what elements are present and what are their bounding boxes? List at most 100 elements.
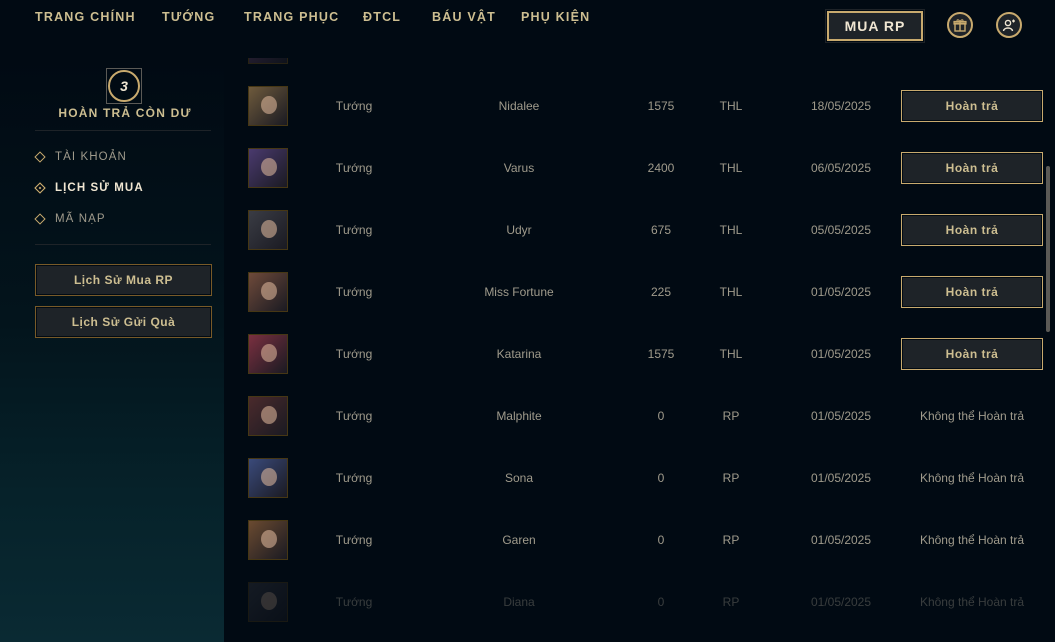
diamond-icon [34,213,46,225]
sidebar-item-codes[interactable]: MÃ NẠP [34,213,106,225]
scrollbar-thumb[interactable] [1046,166,1050,332]
table-row: Tướng Nidalee 1575 THL 18/05/2025 Hoàn t… [224,75,1055,137]
item-name: Sona [504,471,534,485]
item-currency: THL [719,347,743,361]
item-price: 675 [650,223,672,237]
item-icon-cell [246,75,290,137]
champion-avatar [248,582,288,622]
profile-icon [1002,19,1015,32]
item-currency: THL [719,161,743,175]
refund-action-cell: Hoàn trả [900,323,1044,385]
avatar-face [261,530,277,548]
table-row: Tướng Miss Fortune 225 THL 01/05/2025 Ho… [224,261,1055,323]
item-name: Không Thể Tin Nổi [449,58,589,75]
purchase-date: 01/05/2025 [810,409,872,423]
refund-action-cell: Hoàn trả [900,137,1044,199]
item-icon-cell [246,509,290,571]
rp-purchase-history-button[interactable]: Lịch Sử Mua RP [35,264,212,296]
item-name: Miss Fortune [484,285,554,299]
champion-avatar [248,272,288,312]
refund-action-cell: Không thể Hoàn trả [900,509,1044,571]
not-refundable-label: Không thể Hoàn trả [919,409,1025,423]
table-row: Tướng Malphite 0 RP 01/05/2025 Không thể… [224,385,1055,447]
purchase-date: 05/05/2025 [810,223,872,237]
item-name: Garen [502,533,536,547]
item-currency: THL [719,99,743,113]
champion-avatar [248,334,288,374]
item-icon-cell [246,58,290,75]
refund-action-cell: Hoàn trả [900,75,1044,137]
item-type: Tướng [335,223,373,237]
sidebar: 3 HOÀN TRẢ CÒN DƯ TÀI KHOẢN LỊCH SỬ MUA … [0,58,224,642]
buy-rp-button[interactable]: MUA RP [825,9,925,43]
refund-button[interactable]: Hoàn trả [901,276,1043,308]
item-icon-cell [246,571,290,633]
refund-button[interactable]: Hoàn trả [901,90,1043,122]
table-row: Tướng Varus 2400 THL 06/05/2025 Hoàn trả [224,137,1055,199]
nav-home[interactable]: TRANG CHÍNH [35,10,136,24]
gift-history-button[interactable]: Lịch Sử Gửi Quà [35,306,212,338]
champion-avatar [248,86,288,126]
item-icon-cell [246,447,290,509]
purchase-date: 06/05/2025 [810,161,872,175]
not-refundable-label: Không thể Hoàn trả [919,595,1025,609]
refund-count-badge: 3 [108,70,140,102]
purchase-date: 18/05/2025 [810,99,872,113]
item-currency: THL [719,223,743,237]
sidebar-divider [35,244,211,245]
item-price: 0 [657,409,665,423]
item-price: 0 [657,471,665,485]
item-currency: RP [701,58,761,75]
sidebar-divider [35,130,211,131]
table-row: Tướng Sona 0 RP 01/05/2025 Không thể Hoà… [224,447,1055,509]
refund-action-cell: Không thể Hoàn trả [900,385,1044,447]
refund-action-cell: Hoàn trả [900,199,1044,261]
item-icon-cell [246,199,290,261]
item-price: 0 [657,533,665,547]
not-refundable-label: Không thể Hoàn trả [919,533,1025,547]
champion-avatar [248,396,288,436]
refund-remaining-label: HOÀN TRẢ CÒN DƯ [58,106,192,120]
nav-loot[interactable]: BÁU VẬT [432,10,496,24]
refund-button[interactable]: Hoàn trả [901,152,1043,184]
item-currency: RP [722,471,740,485]
avatar-face [261,344,277,362]
avatar-face [261,282,277,300]
top-nav: TRANG CHÍNH TƯỚNG TRANG PHỤC ĐTCL BÁU VẬ… [0,0,1055,58]
table-row: Biểu cảm Không Thể Tin Nổi 0 RP 18/05/20… [224,58,1055,75]
nav-skins[interactable]: TRANG PHỤC [244,10,339,24]
item-name: Katarina [496,347,542,361]
table-row: Tướng Diana 0 RP 01/05/2025 Không thể Ho… [224,571,1055,633]
item-type: Tướng [335,99,373,113]
item-price: 0 [657,595,665,609]
sidebar-item-label: LỊCH SỬ MUA [55,182,144,194]
refund-button[interactable]: Hoàn trả [901,338,1043,370]
gift-button[interactable] [947,12,973,38]
avatar-face [261,468,277,486]
item-icon-cell [246,323,290,385]
item-type: Tướng [335,409,373,423]
purchase-date: 01/05/2025 [810,347,872,361]
item-name: Nidalee [498,99,540,113]
sidebar-item-account[interactable]: TÀI KHOẢN [34,151,127,163]
item-price: 1575 [647,347,675,361]
profile-button[interactable] [996,12,1022,38]
avatar-face [261,220,277,238]
table-row: Tướng Katarina 1575 THL 01/05/2025 Hoàn … [224,323,1055,385]
table-row: Tướng Garen 0 RP 01/05/2025 Không thể Ho… [224,509,1055,571]
nav-tft[interactable]: ĐTCL [363,10,401,24]
refund-button[interactable]: Hoàn trả [901,214,1043,246]
avatar-face [261,96,277,114]
sidebar-item-purchase-history[interactable]: LỊCH SỬ MUA [34,182,144,194]
diamond-icon [34,182,46,194]
purchase-date: 01/05/2025 [810,533,872,547]
nav-accessories[interactable]: PHỤ KIỆN [521,10,590,24]
item-currency: RP [722,595,740,609]
champion-avatar [248,148,288,188]
item-type: Tướng [335,347,373,361]
avatar-face [261,158,277,176]
item-type: Biểu cảm [304,58,404,75]
item-name: Malphite [496,409,542,423]
nav-champions[interactable]: TƯỚNG [162,10,215,24]
refund-action-cell: Không thể Hoàn trả [900,58,1044,75]
